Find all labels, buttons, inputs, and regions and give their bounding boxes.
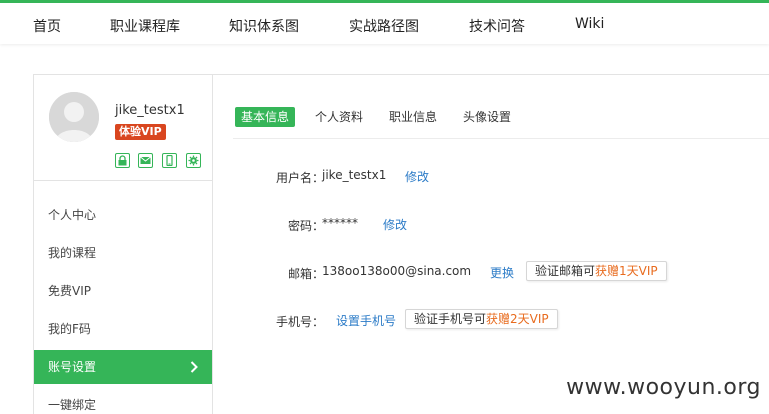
vip-badge: 体验VIP xyxy=(115,124,166,140)
edit-password-link[interactable]: 修改 xyxy=(383,216,407,233)
nav-qa[interactable]: 技术问答 xyxy=(469,16,525,36)
username-label: 用户名： xyxy=(275,171,324,185)
sidebar-item-f-code[interactable]: 我的F码 xyxy=(34,312,212,346)
password-label: 密码： xyxy=(287,219,324,233)
tab-personal-profile[interactable]: 个人资料 xyxy=(315,107,363,127)
username: jike_testx1 xyxy=(115,103,185,118)
watermark: www.wooyun.org xyxy=(566,375,761,400)
email-tip-text: 验证邮箱可 xyxy=(535,264,596,278)
email-verify-tip: 验证邮箱可获赠1天VIP xyxy=(526,261,667,281)
nav-course-library[interactable]: 职业课程库 xyxy=(110,16,180,36)
set-phone-link[interactable]: 设置手机号 xyxy=(336,312,396,329)
change-email-link[interactable]: 更换 xyxy=(490,264,514,281)
email-label: 邮箱： xyxy=(287,267,324,281)
username-value: jike_testx1 xyxy=(322,168,387,182)
phone-label: 手机号： xyxy=(275,315,324,329)
sidebar: jike_testx1 体验VIP 个人中心 我的课程 免费VIP 我的F码 账… xyxy=(33,74,213,414)
nav-home[interactable]: 首页 xyxy=(33,16,61,36)
sidebar-divider xyxy=(34,180,212,181)
sidebar-item-account-settings[interactable]: 账号设置 xyxy=(34,350,212,384)
lock-icon[interactable] xyxy=(115,153,130,168)
chevron-right-icon xyxy=(190,361,198,373)
tab-career-info[interactable]: 职业信息 xyxy=(389,107,437,127)
sidebar-item-my-courses[interactable]: 我的课程 xyxy=(34,236,212,270)
nav-knowledge-map[interactable]: 知识体系图 xyxy=(229,16,299,36)
phone-icon[interactable] xyxy=(162,153,177,168)
sidebar-item-one-click-bind[interactable]: 一键绑定 xyxy=(34,388,212,414)
gear-icon[interactable] xyxy=(186,153,201,168)
phone-tip-text: 验证手机号可 xyxy=(414,312,487,326)
tab-avatar-settings[interactable]: 头像设置 xyxy=(463,107,511,127)
sidebar-item-personal-center[interactable]: 个人中心 xyxy=(34,198,212,232)
email-value: 138oo138o00@sina.com xyxy=(322,264,472,278)
avatar[interactable] xyxy=(49,92,99,142)
sidebar-item-label: 账号设置 xyxy=(48,360,97,374)
password-value: ****** xyxy=(322,216,358,230)
nav-practice-path[interactable]: 实战路径图 xyxy=(349,16,419,36)
phone-verify-tip: 验证手机号可获赠2天VIP xyxy=(405,309,558,329)
tabs-divider xyxy=(233,138,769,139)
edit-username-link[interactable]: 修改 xyxy=(405,168,429,185)
top-nav-bar: 首页 职业课程库 知识体系图 实战路径图 技术问答 Wiki xyxy=(0,0,769,44)
phone-tip-reward: 获赠2天VIP xyxy=(486,312,549,326)
mail-icon[interactable] xyxy=(138,153,153,168)
main-content: 基本信息 个人资料 职业信息 头像设置 用户名： jike_testx1 修改 … xyxy=(213,74,769,414)
sidebar-item-free-vip[interactable]: 免费VIP xyxy=(34,274,212,308)
tab-basic-info[interactable]: 基本信息 xyxy=(235,107,296,127)
nav-wiki[interactable]: Wiki xyxy=(575,16,604,32)
email-tip-reward: 获赠1天VIP xyxy=(595,264,658,278)
